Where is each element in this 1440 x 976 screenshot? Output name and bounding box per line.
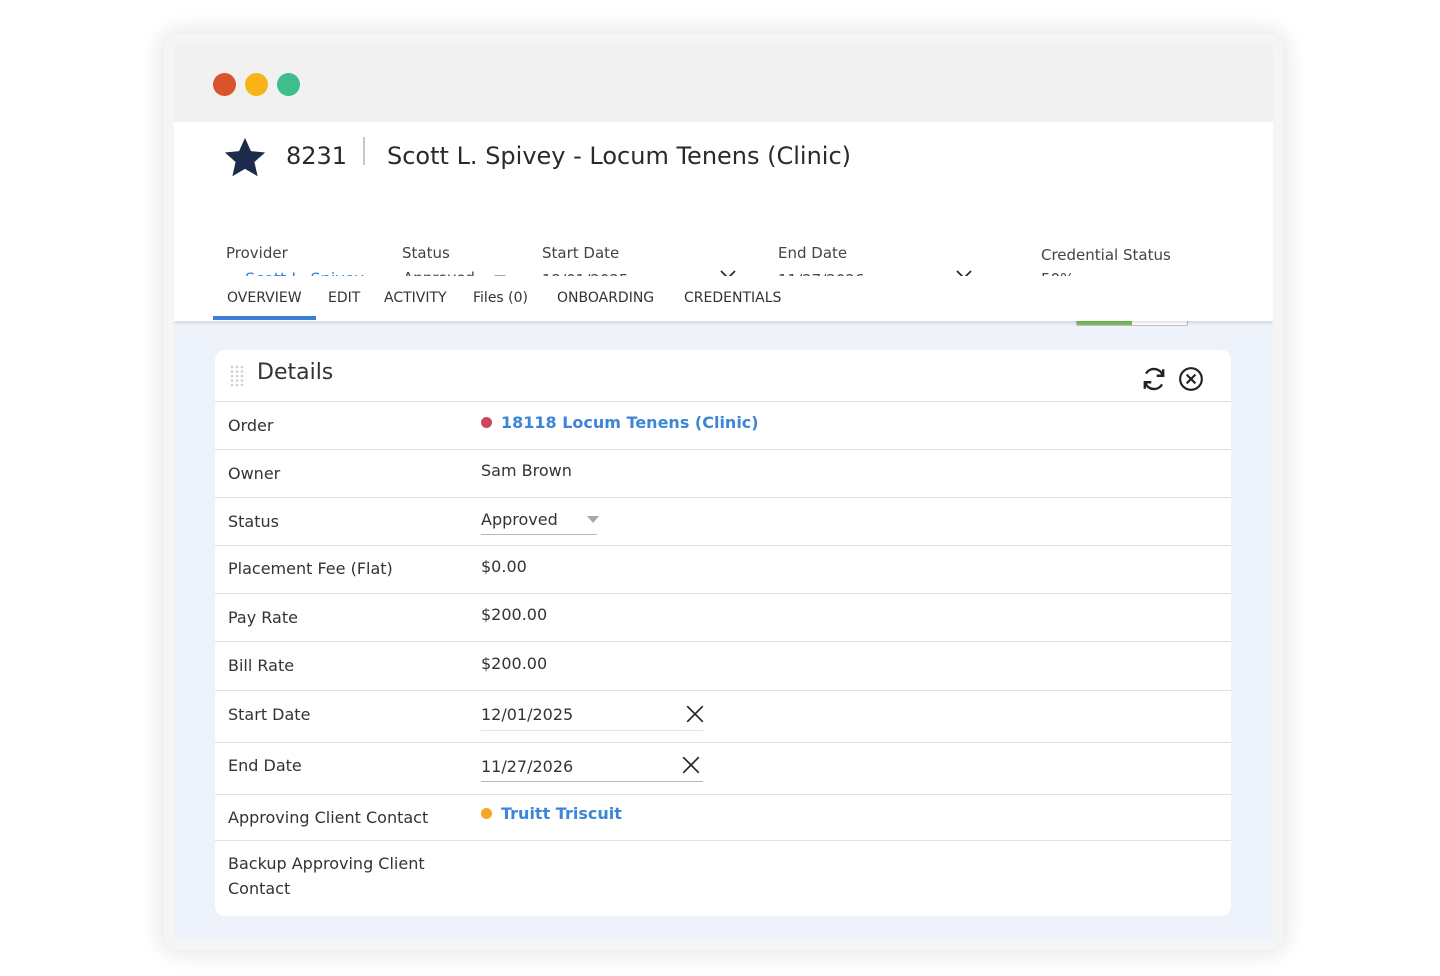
approving-contact-label: Approving Client Contact xyxy=(228,808,429,827)
approving-contact-value: Truitt Triscuit xyxy=(481,804,622,823)
tab-bar: OVERVIEW EDIT ACTIVITY Files (0) ONBOARD… xyxy=(174,276,1273,321)
close-window-button[interactable] xyxy=(213,73,236,96)
details-row-pay-rate: Pay Rate $200.00 xyxy=(215,594,1231,642)
clear-end-date-row-icon[interactable] xyxy=(681,755,701,775)
details-row-approving-contact: Approving Client Contact Truitt Triscuit xyxy=(215,795,1231,841)
tab-edit[interactable]: EDIT xyxy=(328,290,360,306)
status-label: Status xyxy=(402,244,450,262)
header-divider xyxy=(363,137,365,165)
details-row-bill-rate: Bill Rate $200.00 xyxy=(215,642,1231,691)
close-circle-icon[interactable] xyxy=(1178,366,1204,392)
owner-label: Owner xyxy=(228,464,281,483)
order-label: Order xyxy=(228,416,274,435)
details-row-owner: Owner Sam Brown xyxy=(215,450,1231,498)
end-date-row-value: 11/27/2026 xyxy=(481,757,574,776)
minimize-window-button[interactable] xyxy=(245,73,268,96)
status-row-value: Approved xyxy=(481,510,558,529)
credential-status-label: Credential Status xyxy=(1041,246,1171,264)
tab-activity[interactable]: ACTIVITY xyxy=(384,290,447,306)
placement-fee-label: Placement Fee (Flat) xyxy=(228,559,393,578)
window-titlebar xyxy=(174,44,1273,122)
tab-credentials[interactable]: CREDENTIALS xyxy=(684,290,781,306)
pay-rate-label: Pay Rate xyxy=(228,608,298,627)
details-title: Details xyxy=(257,360,334,385)
details-card-header: Details xyxy=(215,350,1231,402)
app-window: 8231 Scott L. Spivey - Locum Tenens (Cli… xyxy=(174,44,1273,940)
details-row-placement-fee: Placement Fee (Flat) $0.00 xyxy=(215,546,1231,594)
details-row-end-date: End Date 11/27/2026 xyxy=(215,743,1231,795)
refresh-icon[interactable] xyxy=(1141,366,1167,392)
tab-files[interactable]: Files (0) xyxy=(473,290,528,306)
active-tab-indicator xyxy=(213,316,316,320)
details-card: Details Order 18118 Locum Tenens (Clinic… xyxy=(215,350,1231,916)
chevron-down-icon xyxy=(587,516,599,523)
end-date-row-field[interactable]: 11/27/2026 xyxy=(481,752,703,782)
details-row-order: Order 18118 Locum Tenens (Clinic) xyxy=(215,402,1231,450)
page-title: Scott L. Spivey - Locum Tenens (Clinic) xyxy=(387,142,852,170)
placement-fee-value: $0.00 xyxy=(481,557,527,576)
order-link[interactable]: 18118 Locum Tenens (Clinic) xyxy=(501,413,759,432)
star-icon[interactable] xyxy=(222,135,268,181)
pay-rate-value: $200.00 xyxy=(481,605,548,624)
tab-onboarding[interactable]: ONBOARDING xyxy=(557,290,654,306)
provider-label: Provider xyxy=(226,244,288,262)
tab-overview[interactable]: OVERVIEW xyxy=(227,290,302,306)
end-date-row-label: End Date xyxy=(228,756,302,775)
end-date-label: End Date xyxy=(778,244,848,262)
drag-handle-icon[interactable] xyxy=(230,365,244,387)
bill-rate-label: Bill Rate xyxy=(228,656,295,675)
order-status-dot xyxy=(481,417,492,428)
start-date-row-field[interactable]: 12/01/2025 xyxy=(481,700,705,731)
owner-value: Sam Brown xyxy=(481,461,572,480)
bill-rate-value: $200.00 xyxy=(481,654,548,673)
details-row-backup-contact: Backup Approving Client Contact xyxy=(215,841,1231,916)
backup-contact-label: Backup Approving Client Contact xyxy=(228,854,425,898)
maximize-window-button[interactable] xyxy=(277,73,300,96)
details-row-status: Status Approved xyxy=(215,498,1231,546)
start-date-label: Start Date xyxy=(542,244,620,262)
record-header: 8231 Scott L. Spivey - Locum Tenens (Cli… xyxy=(174,122,1273,326)
order-value: 18118 Locum Tenens (Clinic) xyxy=(481,413,759,432)
clear-start-date-row-icon[interactable] xyxy=(685,704,705,724)
record-id: 8231 xyxy=(286,142,348,170)
status-row-select[interactable]: Approved xyxy=(481,507,599,535)
details-row-start-date: Start Date 12/01/2025 xyxy=(215,691,1231,743)
approving-contact-link[interactable]: Truitt Triscuit xyxy=(501,804,622,823)
approving-contact-status-dot xyxy=(481,808,492,819)
status-row-label: Status xyxy=(228,512,279,531)
start-date-row-value: 12/01/2025 xyxy=(481,705,574,724)
start-date-row-label: Start Date xyxy=(228,705,311,724)
